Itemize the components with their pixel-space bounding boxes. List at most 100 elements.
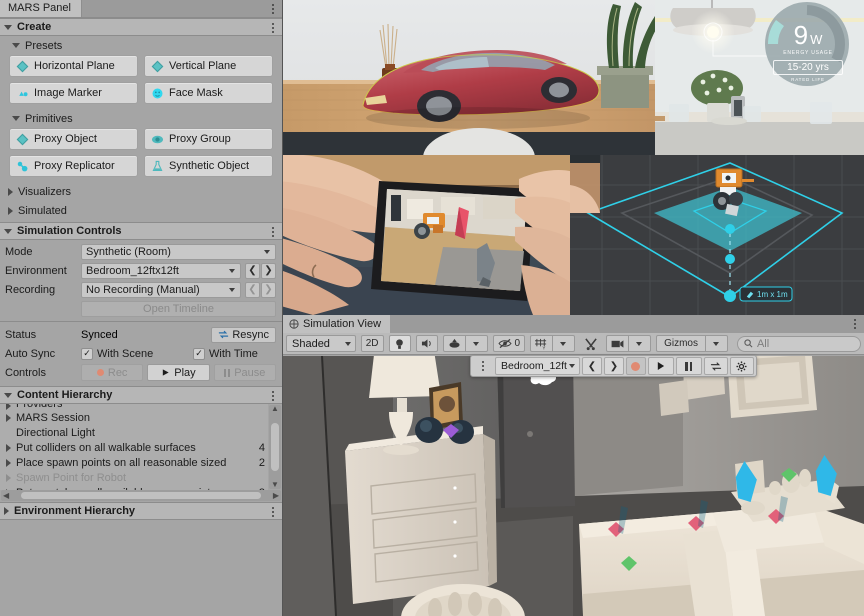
simulation-controls-options-icon[interactable] [268, 225, 278, 239]
pause-icon [224, 369, 230, 377]
simulation-viewport[interactable] [283, 356, 864, 616]
audio-toggle-button[interactable] [416, 335, 438, 352]
camera-button[interactable] [606, 335, 629, 352]
content-hierarchy-horizontal-scrollbar[interactable]: ◀ ▶ [1, 490, 281, 501]
scroll-up-icon[interactable]: ▲ [271, 405, 279, 413]
effects-toggle-button[interactable] [443, 335, 466, 352]
sim-bar-settings-button[interactable] [730, 357, 754, 375]
auto-sync-row: Auto Sync ✓ With Scene ✓ With Time [0, 344, 282, 363]
face-mask-icon [151, 87, 164, 100]
environment-prev-button[interactable]: ❮ [245, 263, 260, 279]
scroll-left-icon[interactable]: ◀ [1, 491, 11, 500]
phone-device [371, 181, 535, 301]
effects-dropdown-button[interactable] [466, 335, 488, 352]
loop-icon [710, 361, 722, 372]
controls-label: Controls [5, 367, 77, 379]
ruler-icon [746, 291, 754, 299]
recording-row: Recording No Recording (Manual) ❮ ❯ [0, 280, 282, 299]
section-simulation-controls-header[interactable]: Simulation Controls [0, 222, 282, 240]
gizmos-button[interactable]: Gizmos [656, 335, 706, 352]
create-synthetic-object-button[interactable]: Synthetic Object [144, 155, 273, 177]
pause-button[interactable]: Pause [214, 364, 276, 381]
list-item[interactable]: Place spawn points on all reasonable siz… [0, 455, 268, 470]
camera-dropdown-button[interactable] [629, 335, 651, 352]
presets-row-1: Horizontal Plane Vertical Plane [0, 55, 282, 82]
scroll-down-icon[interactable]: ▼ [271, 481, 279, 489]
chevron-right-icon [6, 459, 11, 467]
gizmos-dropdown-button[interactable] [706, 335, 728, 352]
lighting-toggle-button[interactable] [389, 335, 411, 352]
create-vertical-plane-button[interactable]: Vertical Plane [144, 55, 273, 77]
environment-dropdown[interactable]: Bedroom_12ftx12ft [81, 263, 241, 279]
chevron-down-icon [12, 43, 20, 48]
sim-bar-environment-dropdown[interactable]: Bedroom_12ft [495, 357, 580, 375]
mode-dropdown[interactable]: Synthetic (Room) [81, 244, 276, 260]
simulation-view-options-icon[interactable] [850, 317, 860, 331]
list-item[interactable]: Directional Light [0, 425, 268, 440]
hidden-objects-button[interactable]: 0 [493, 335, 526, 352]
mars-panel-options-icon[interactable] [268, 2, 278, 16]
list-item[interactable]: Put colliders on all walkable surfaces 4 [0, 440, 268, 455]
with-scene-checkbox[interactable]: ✓ With Scene [81, 348, 189, 360]
rec-label: Rec [108, 367, 128, 379]
shading-mode-dropdown[interactable]: Shaded [286, 335, 356, 352]
list-item[interactable]: Spawn Point for Robot [0, 470, 268, 485]
simulation-view-toolbar: Shaded 2D [283, 333, 864, 355]
create-horizontal-plane-button[interactable]: Horizontal Plane [9, 55, 138, 77]
list-item-label: Place spawn points on all reasonable siz… [16, 457, 226, 469]
subsection-primitives-header[interactable]: Primitives [0, 109, 282, 128]
create-options-icon[interactable] [268, 21, 278, 35]
recording-next-button[interactable]: ❯ [261, 282, 276, 298]
grid-dropdown-button[interactable] [553, 335, 575, 352]
recording-dropdown[interactable]: No Recording (Manual) [81, 282, 241, 298]
eye-slash-icon [498, 338, 512, 349]
create-proxy-replicator-button[interactable]: Proxy Replicator [9, 155, 138, 177]
play-button[interactable]: Play [147, 364, 209, 381]
mars-panel-tabstrip: MARS Panel [0, 0, 282, 18]
view-mode-group: 2D [361, 335, 384, 352]
scrollbar-thumb[interactable] [21, 492, 261, 499]
scroll-right-icon[interactable]: ▶ [271, 491, 281, 500]
scrollbar-thumb[interactable] [271, 423, 279, 471]
environment-next-button[interactable]: ❯ [261, 263, 276, 279]
subsection-presets-header[interactable]: Presets [0, 36, 282, 55]
grid-toggle-button[interactable]: Y [530, 335, 553, 352]
with-time-checkbox[interactable]: ✓ With Time [193, 348, 258, 360]
chevron-right-icon [6, 414, 11, 422]
subsection-visualizers-header[interactable]: Visualizers [0, 182, 282, 201]
create-face-mask-button[interactable]: Face Mask [144, 82, 273, 104]
create-image-marker-button[interactable]: Image Marker [9, 82, 138, 104]
sim-bar-menu-button[interactable] [473, 357, 493, 375]
resync-button[interactable]: Resync [211, 327, 276, 343]
subsection-simulated-header[interactable]: Simulated [0, 201, 282, 220]
tab-simulation-view[interactable]: Simulation View [283, 315, 390, 333]
toggle-2d-button[interactable]: 2D [361, 335, 384, 352]
open-timeline-button[interactable]: Open Timeline [81, 301, 276, 317]
section-create-header[interactable]: Create [0, 18, 282, 36]
create-proxy-group-button[interactable]: Proxy Group [144, 128, 273, 150]
sim-bar-prev-button[interactable]: ❮ [582, 357, 602, 375]
create-proxy-object-button[interactable]: Proxy Object [9, 128, 138, 150]
rec-button[interactable]: Rec [81, 364, 143, 381]
environment-hierarchy-options-icon[interactable] [268, 505, 278, 519]
sim-bar-next-button[interactable]: ❯ [604, 357, 624, 375]
content-hierarchy-vertical-scrollbar[interactable]: ▲ ▼ [269, 405, 281, 489]
chevron-down-icon [4, 393, 12, 398]
content-hierarchy-options-icon[interactable] [268, 389, 278, 403]
sim-robot-panel: 1m x 1m [570, 155, 864, 315]
search-input[interactable]: All [737, 336, 861, 352]
chevron-down-icon [12, 116, 20, 121]
create-proxy-group-label: Proxy Group [169, 133, 231, 145]
sim-bar-pause-button[interactable] [676, 357, 702, 375]
tab-mars-panel[interactable]: MARS Panel [0, 0, 82, 17]
sim-bar-environment-value: Bedroom_12ft [501, 360, 567, 372]
sim-bar-record-button[interactable] [626, 357, 646, 375]
sim-bar-play-button[interactable] [648, 357, 674, 375]
scene-tools-button[interactable] [580, 335, 602, 352]
list-item[interactable]: MARS Session [0, 410, 268, 425]
sim-bar-loop-button[interactable] [704, 357, 728, 375]
section-environment-hierarchy-header[interactable]: Environment Hierarchy [0, 502, 282, 520]
content-hierarchy-list[interactable]: Providers MARS Session Directional Light… [0, 404, 268, 490]
section-content-hierarchy-header[interactable]: Content Hierarchy [0, 386, 282, 404]
recording-prev-button[interactable]: ❮ [245, 282, 260, 298]
